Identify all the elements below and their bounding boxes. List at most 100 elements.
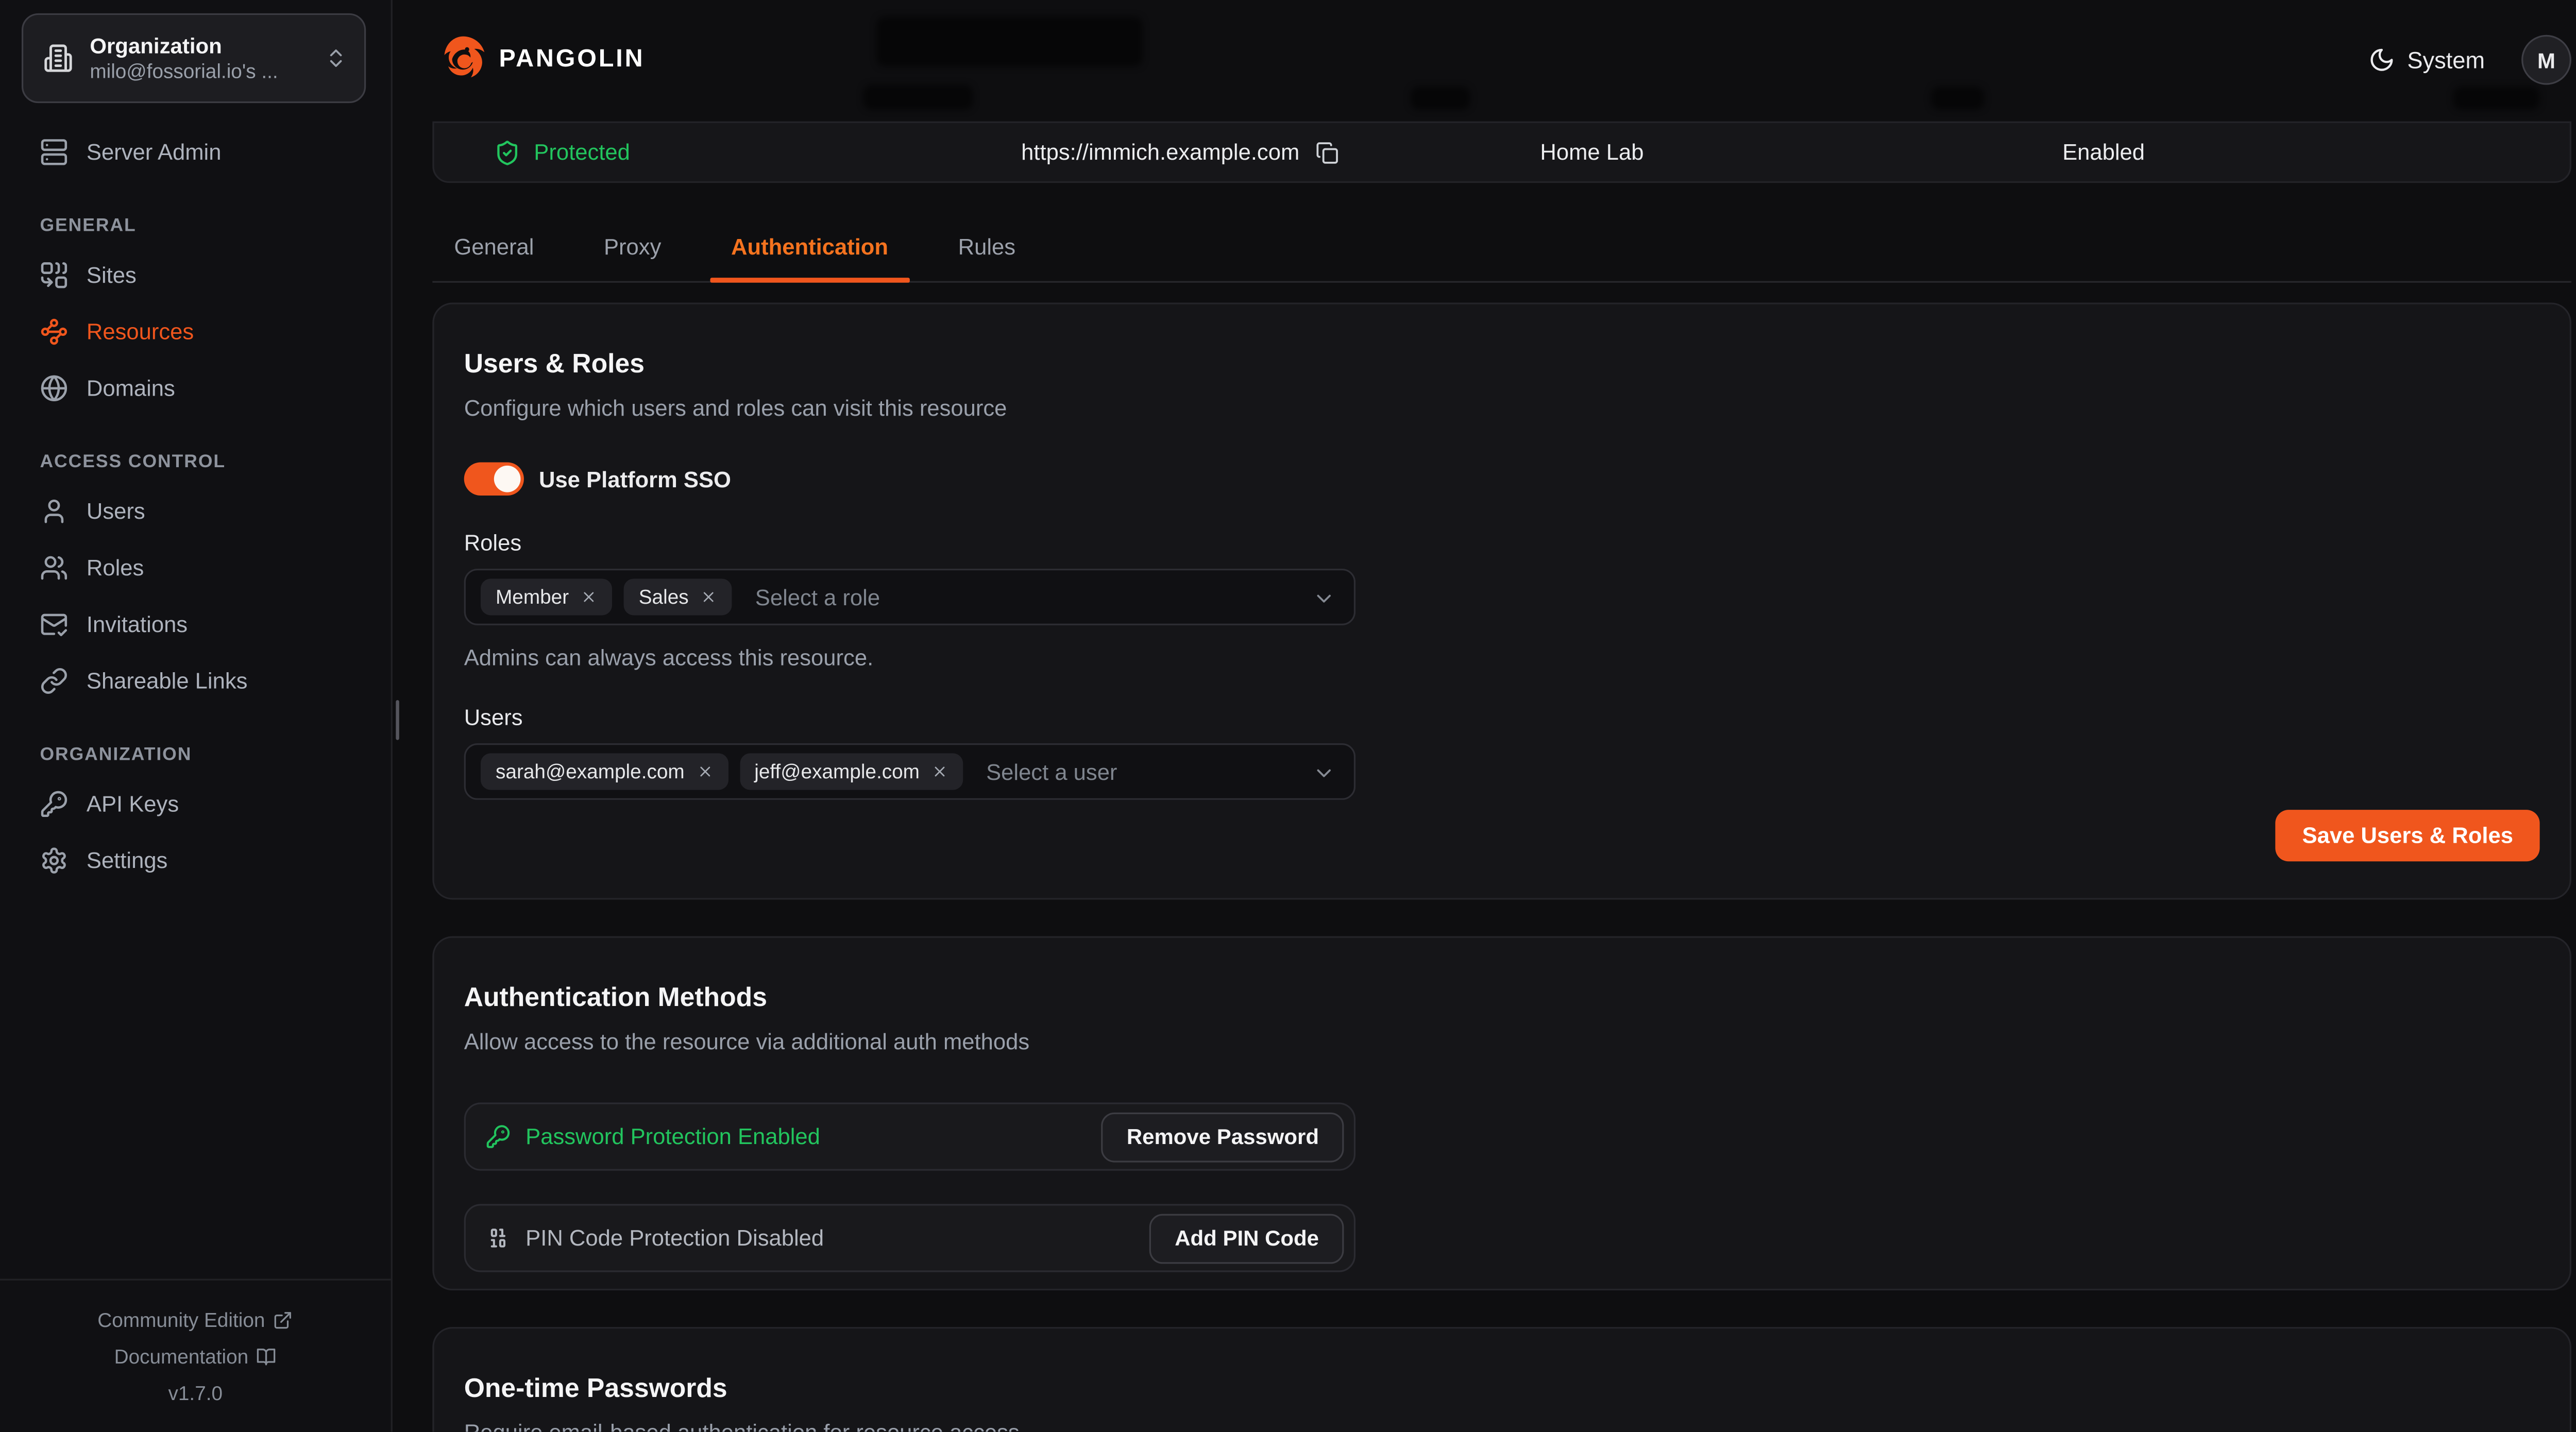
sidebar-item-label: Roles <box>87 555 144 579</box>
waypoints-icon <box>40 317 68 345</box>
tab-general[interactable]: General <box>432 211 555 281</box>
card-subtitle: Configure which users and roles can visi… <box>464 396 2540 420</box>
sidebar-item-label: Users <box>87 498 145 523</box>
sidebar-nav: Server Admin GENERAL Sites Resources Dom <box>0 103 391 888</box>
redacted-label <box>2453 87 2540 110</box>
redacted-label <box>1411 87 1470 110</box>
card-subtitle: Require email-based authentication for r… <box>464 1420 2540 1432</box>
users-label: Users <box>464 705 2540 730</box>
sidebar-item-settings[interactable]: Settings <box>40 831 351 888</box>
user-tag: sarah@example.com <box>481 753 728 790</box>
redacted-label <box>1931 87 1984 110</box>
chevrons-up-down-icon <box>325 46 348 70</box>
app-root: Organization milo@fossorial.io's ... Ser… <box>0 0 2576 1432</box>
remove-tag-icon[interactable] <box>696 763 713 780</box>
pin-code-row: PIN Code Protection Disabled Add PIN Cod… <box>464 1204 1355 1272</box>
resource-enabled: Enabled <box>2062 123 2145 181</box>
sidebar-item-server-admin[interactable]: Server Admin <box>40 123 351 180</box>
link-icon <box>40 666 68 694</box>
topbar: PANGOLIN System M <box>393 0 2576 122</box>
resource-info-bar: Protected https://immich.example.com Hom… <box>432 122 2571 183</box>
sidebar-section-access-control: ACCESS CONTROL <box>40 452 351 472</box>
sites-icon <box>40 260 68 288</box>
users-icon <box>40 553 68 581</box>
sidebar-item-invitations[interactable]: Invitations <box>40 595 351 652</box>
sidebar: Organization milo@fossorial.io's ... Ser… <box>0 0 393 1432</box>
roles-label: Roles <box>464 531 2540 555</box>
users-placeholder: Select a user <box>986 759 1117 784</box>
key-icon <box>40 789 68 817</box>
org-switcher[interactable]: Organization milo@fossorial.io's ... <box>22 13 366 103</box>
chevron-down-icon <box>1312 587 1335 610</box>
sidebar-item-label: Sites <box>87 262 137 286</box>
remove-tag-icon[interactable] <box>700 589 717 605</box>
sidebar-item-domains[interactable]: Domains <box>40 359 351 416</box>
sidebar-item-label: Shareable Links <box>87 668 248 692</box>
platform-sso-toggle[interactable] <box>464 462 524 496</box>
remove-tag-icon[interactable] <box>931 763 948 780</box>
community-edition-link[interactable]: Community Edition <box>0 1302 391 1339</box>
password-protection-row: Password Protection Enabled Remove Passw… <box>464 1102 1355 1170</box>
external-link-icon <box>274 1310 294 1331</box>
user-tag: jeff@example.com <box>739 753 963 790</box>
tab-rules[interactable]: Rules <box>937 211 1037 281</box>
server-icon <box>40 137 68 165</box>
card-subtitle: Allow access to the resource via additio… <box>464 1029 2540 1054</box>
shield-check-icon <box>494 139 521 166</box>
resource-site: Home Lab <box>1540 123 1643 181</box>
book-open-icon <box>257 1347 277 1367</box>
sidebar-item-label: Invitations <box>87 611 188 636</box>
pin-status: PIN Code Protection Disabled <box>526 1225 1150 1250</box>
globe-icon <box>40 373 68 402</box>
roles-placeholder: Select a role <box>755 585 880 609</box>
sidebar-item-roles[interactable]: Roles <box>40 539 351 595</box>
org-switcher-name: milo@fossorial.io's ... <box>90 59 324 84</box>
theme-toggle[interactable]: System <box>2369 46 2485 73</box>
binary-icon <box>486 1225 511 1250</box>
remove-tag-icon[interactable] <box>581 589 597 605</box>
platform-sso-label: Use Platform SSO <box>539 467 731 491</box>
resource-status: Protected <box>494 123 630 181</box>
sidebar-item-resources[interactable]: Resources <box>40 303 351 360</box>
sidebar-scrollbar[interactable] <box>396 700 399 740</box>
redacted-label <box>863 85 973 110</box>
user-icon <box>40 497 68 525</box>
key-round-icon <box>486 1124 511 1149</box>
card-title: Users & Roles <box>464 349 2540 383</box>
sidebar-item-api-keys[interactable]: API Keys <box>40 775 351 831</box>
sidebar-item-sites[interactable]: Sites <box>40 246 351 303</box>
sidebar-item-users[interactable]: Users <box>40 482 351 539</box>
sidebar-section-organization: ORGANIZATION <box>40 745 351 765</box>
save-users-roles-button[interactable]: Save Users & Roles <box>2276 810 2540 861</box>
roles-select[interactable]: Member Sales Select a role <box>464 569 1355 625</box>
mail-check-icon <box>40 609 68 638</box>
resource-url: https://immich.example.com <box>1021 123 1340 181</box>
documentation-link[interactable]: Documentation <box>0 1339 391 1375</box>
card-title: One-time Passwords <box>464 1374 2540 1407</box>
sidebar-item-label: API Keys <box>87 791 179 815</box>
moon-icon <box>2369 46 2396 73</box>
users-roles-card: Users & Roles Configure which users and … <box>432 303 2571 900</box>
role-tag: Member <box>481 578 612 615</box>
avatar[interactable]: M <box>2521 35 2571 85</box>
copy-icon[interactable] <box>1316 141 1340 164</box>
sidebar-section-general: GENERAL <box>40 216 351 236</box>
brand: PANGOLIN <box>439 35 645 83</box>
org-switcher-title: Organization <box>90 32 324 59</box>
brand-wordmark: PANGOLIN <box>499 45 645 73</box>
sidebar-item-label: Resources <box>87 318 194 343</box>
auth-methods-card: Authentication Methods Allow access to t… <box>432 936 2571 1291</box>
card-title: Authentication Methods <box>464 983 2540 1016</box>
sidebar-item-label: Server Admin <box>87 139 222 164</box>
sidebar-item-shareable-links[interactable]: Shareable Links <box>40 652 351 708</box>
chevron-down-icon <box>1312 762 1335 785</box>
remove-password-button[interactable]: Remove Password <box>1101 1112 1344 1162</box>
tab-authentication[interactable]: Authentication <box>709 211 910 281</box>
users-select[interactable]: sarah@example.com jeff@example.com Selec… <box>464 743 1355 800</box>
app-version: v1.7.0 <box>0 1375 391 1412</box>
otp-card: One-time Passwords Require email-based a… <box>432 1327 2571 1431</box>
tab-proxy[interactable]: Proxy <box>582 211 683 281</box>
theme-label: System <box>2407 46 2485 73</box>
add-pin-code-button[interactable]: Add PIN Code <box>1150 1213 1344 1263</box>
admins-note: Admins can always access this resource. <box>464 645 2540 670</box>
